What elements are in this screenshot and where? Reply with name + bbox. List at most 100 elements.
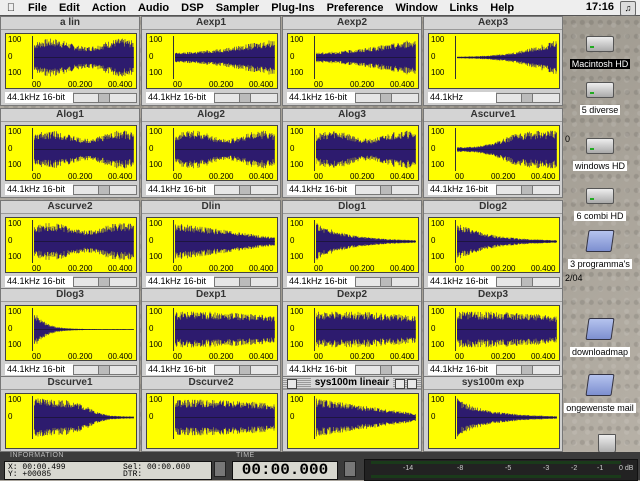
horizontal-scrollbar[interactable] bbox=[496, 365, 560, 375]
scrollbar-thumb[interactable] bbox=[380, 186, 392, 194]
menu-edit[interactable]: Edit bbox=[53, 2, 86, 14]
desktop-icon-3-programma-s[interactable]: 3 programma's bbox=[560, 230, 640, 271]
scrollbar-thumb[interactable] bbox=[380, 366, 392, 374]
menu-help[interactable]: Help bbox=[484, 2, 520, 14]
application-menu-icon[interactable]: ♫ bbox=[620, 1, 636, 16]
sample-window[interactable]: Dexp2 100 0 100 00 00.200 00.400 44.1kHz 16-bit bbox=[282, 288, 422, 378]
window-title[interactable]: Dlog3 bbox=[1, 289, 139, 302]
transport-button-left[interactable] bbox=[214, 461, 226, 477]
window-title[interactable]: Dscurve1 bbox=[1, 377, 139, 390]
menu-audio[interactable]: Audio bbox=[132, 2, 175, 14]
horizontal-scrollbar[interactable] bbox=[73, 277, 137, 287]
window-title[interactable]: Aexp2 bbox=[283, 17, 421, 30]
horizontal-scrollbar[interactable] bbox=[355, 277, 419, 287]
sample-window[interactable]: sys100m exp 100 0 bbox=[423, 376, 563, 452]
horizontal-scrollbar[interactable] bbox=[73, 185, 137, 195]
scrollbar-thumb[interactable] bbox=[239, 366, 251, 374]
window-title[interactable]: Aexp3 bbox=[424, 17, 562, 30]
window-title[interactable]: Alog3 bbox=[283, 109, 421, 122]
sample-window[interactable]: Alog2 100 0 100 00 00.200 00.400 44.1kHz 16-bit bbox=[141, 108, 281, 198]
sample-format-label[interactable]: 44.1kHz 16-bit bbox=[287, 92, 355, 103]
waveform-plot[interactable]: 100 0 100 00 00.200 00.400 bbox=[146, 125, 278, 181]
transport-button-right[interactable] bbox=[344, 461, 356, 477]
sample-format-label[interactable]: 44.1kHz 16-bit bbox=[5, 92, 73, 103]
sample-format-label[interactable]: 44.1kHz 16-bit bbox=[5, 184, 73, 195]
sample-format-label[interactable]: 44.1kHz 16-bit bbox=[146, 184, 214, 195]
apple-menu-icon[interactable]:  bbox=[0, 2, 22, 14]
horizontal-scrollbar[interactable] bbox=[214, 185, 278, 195]
sample-format-label[interactable]: 44.1kHz 16-bit bbox=[146, 92, 214, 103]
horizontal-scrollbar[interactable] bbox=[496, 93, 560, 103]
window-title[interactable]: Aexp1 bbox=[142, 17, 280, 30]
menu-dsp[interactable]: DSP bbox=[175, 2, 210, 14]
sample-window[interactable]: sys100m lineair 100 0 bbox=[282, 376, 422, 452]
window-title[interactable]: Dlog1 bbox=[283, 201, 421, 214]
horizontal-scrollbar[interactable] bbox=[355, 93, 419, 103]
sample-format-label[interactable]: 44.1kHz 16-bit bbox=[428, 276, 496, 287]
window-title[interactable]: Ascurve1 bbox=[424, 109, 562, 122]
window-title[interactable]: Alog1 bbox=[1, 109, 139, 122]
desktop-icon-ongewenste-mail[interactable]: ongewenste mail bbox=[560, 374, 640, 415]
window-title[interactable]: Dexp3 bbox=[424, 289, 562, 302]
window-title[interactable]: Dscurve2 bbox=[142, 377, 280, 390]
windowshade-box-icon[interactable] bbox=[407, 379, 417, 389]
menu-sampler[interactable]: Sampler bbox=[210, 2, 265, 14]
desktop-icon-6-combi-hd[interactable]: 6 combi HD bbox=[560, 188, 640, 223]
horizontal-scrollbar[interactable] bbox=[73, 365, 137, 375]
horizontal-scrollbar[interactable] bbox=[73, 93, 137, 103]
horizontal-scrollbar[interactable] bbox=[214, 365, 278, 375]
scrollbar-thumb[interactable] bbox=[521, 186, 533, 194]
sample-window[interactable]: Ascurve1 100 0 100 00 00.200 00.400 44.1kHz 16-… bbox=[423, 108, 563, 198]
waveform-plot[interactable]: 100 0 100 00 00.200 00.400 bbox=[428, 305, 560, 361]
waveform-plot[interactable]: 100 0 100 00 00.200 00.400 bbox=[146, 217, 278, 273]
waveform-plot[interactable]: 100 0 100 00 00.200 00.400 bbox=[287, 125, 419, 181]
sample-window[interactable]: Alog1 100 0 100 00 00.200 00.400 44.1kHz 16-bit bbox=[0, 108, 140, 198]
sample-format-label[interactable]: 44.1kHz 16-bit bbox=[146, 364, 214, 375]
horizontal-scrollbar[interactable] bbox=[214, 277, 278, 287]
sample-window[interactable]: Dlog3 100 0 100 00 00.200 00.400 44.1kHz 16-bit bbox=[0, 288, 140, 378]
sample-format-label[interactable]: 44.1kHz 16-bit bbox=[287, 276, 355, 287]
menu-window[interactable]: Window bbox=[389, 2, 443, 14]
scrollbar-thumb[interactable] bbox=[521, 278, 533, 286]
waveform-plot[interactable]: 100 0 100 00 00.200 00.400 bbox=[146, 305, 278, 361]
sample-window[interactable]: Dscurve1 100 0 bbox=[0, 376, 140, 452]
sample-window[interactable]: Dlog1 100 0 100 00 00.200 00.400 44.1kHz 16-bit bbox=[282, 200, 422, 290]
scrollbar-thumb[interactable] bbox=[98, 94, 110, 102]
sample-window[interactable]: Aexp2 100 0 100 00 00.200 00.400 44.1kHz 16-bit bbox=[282, 16, 422, 106]
window-title[interactable]: Dexp1 bbox=[142, 289, 280, 302]
waveform-plot[interactable]: 100 0 100 00 00.200 00.400 bbox=[287, 33, 419, 89]
scrollbar-thumb[interactable] bbox=[521, 94, 533, 102]
scrollbar-thumb[interactable] bbox=[380, 94, 392, 102]
sample-window[interactable]: Dscurve2 100 0 bbox=[141, 376, 281, 452]
sample-window[interactable]: Aexp1 100 0 100 00 00.200 00.400 44.1kHz 16-bit bbox=[141, 16, 281, 106]
waveform-plot[interactable]: 100 0 100 00 00.200 00.400 bbox=[428, 217, 560, 273]
waveform-plot[interactable]: 100 0 bbox=[428, 393, 560, 449]
desktop-icon-5-diverse[interactable]: 5 diverse bbox=[560, 82, 640, 117]
horizontal-scrollbar[interactable] bbox=[355, 365, 419, 375]
waveform-plot[interactable]: 100 0 100 00 00.200 00.400 bbox=[5, 217, 137, 273]
sample-format-label[interactable]: 44.1kHz bbox=[428, 92, 496, 103]
scrollbar-thumb[interactable] bbox=[521, 366, 533, 374]
waveform-plot[interactable]: 100 0 100 00 00.200 00.400 bbox=[428, 125, 560, 181]
window-title[interactable]: Alog2 bbox=[142, 109, 280, 122]
sample-format-label[interactable]: 44.1kHz 16-bit bbox=[146, 276, 214, 287]
window-title[interactable]: a lin bbox=[1, 17, 139, 30]
waveform-plot[interactable]: 100 0 100 00 00.200 00.400 bbox=[287, 217, 419, 273]
close-box-icon[interactable] bbox=[287, 379, 297, 389]
waveform-plot[interactable]: 100 0 100 00 00.200 00.400 bbox=[287, 305, 419, 361]
waveform-plot[interactable]: 100 0 100 bbox=[428, 33, 560, 89]
sample-window[interactable]: Alog3 100 0 100 00 00.200 00.400 44.1kHz 16-bit bbox=[282, 108, 422, 198]
sample-window[interactable]: Aexp3 100 0 100 44.1kHz bbox=[423, 16, 563, 106]
waveform-plot[interactable]: 100 0 bbox=[5, 393, 137, 449]
sample-format-label[interactable]: 44.1kHz 16-bit bbox=[287, 364, 355, 375]
scrollbar-thumb[interactable] bbox=[98, 186, 110, 194]
window-title[interactable]: sys100m exp bbox=[424, 377, 562, 390]
horizontal-scrollbar[interactable] bbox=[355, 185, 419, 195]
waveform-plot[interactable]: 100 0 100 00 00.200 00.400 bbox=[5, 33, 137, 89]
scrollbar-thumb[interactable] bbox=[380, 278, 392, 286]
scrollbar-thumb[interactable] bbox=[239, 278, 251, 286]
horizontal-scrollbar[interactable] bbox=[496, 185, 560, 195]
desktop-icon-macintosh-hd[interactable]: Macintosh HD bbox=[560, 36, 640, 71]
sample-window[interactable]: Dlin 100 0 100 00 00.200 00.400 44.1kHz 16-bit bbox=[141, 200, 281, 290]
sample-window[interactable]: Dexp3 100 0 100 00 00.200 00.400 44.1kHz 16-bit bbox=[423, 288, 563, 378]
